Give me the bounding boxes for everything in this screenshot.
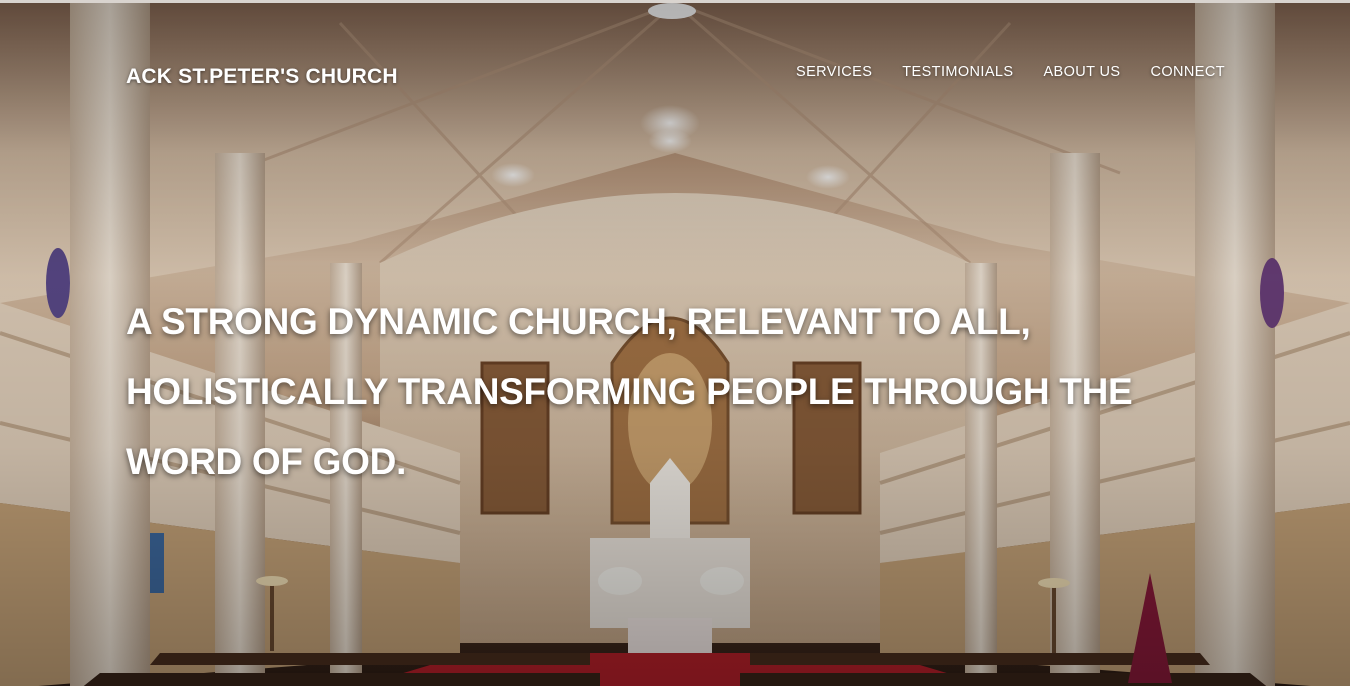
- top-navbar: ACK ST.PETER'S CHURCH SERVICES TESTIMONI…: [0, 3, 1350, 143]
- nav-item-connect[interactable]: CONNECT: [1151, 64, 1226, 80]
- nav-item-services[interactable]: SERVICES: [796, 64, 872, 80]
- nav-item-testimonials[interactable]: TESTIMONIALS: [902, 64, 1013, 80]
- main-nav: SERVICES TESTIMONIALS ABOUT US CONNECT: [796, 64, 1225, 80]
- nav-item-about-us[interactable]: ABOUT US: [1043, 64, 1120, 80]
- brand-logo-link[interactable]: ACK ST.PETER'S CHURCH: [126, 65, 398, 89]
- hero-headline: A STRONG DYNAMIC CHURCH, RELEVANT TO ALL…: [126, 301, 1133, 482]
- hero-section: ACK ST.PETER'S CHURCH SERVICES TESTIMONI…: [0, 0, 1350, 686]
